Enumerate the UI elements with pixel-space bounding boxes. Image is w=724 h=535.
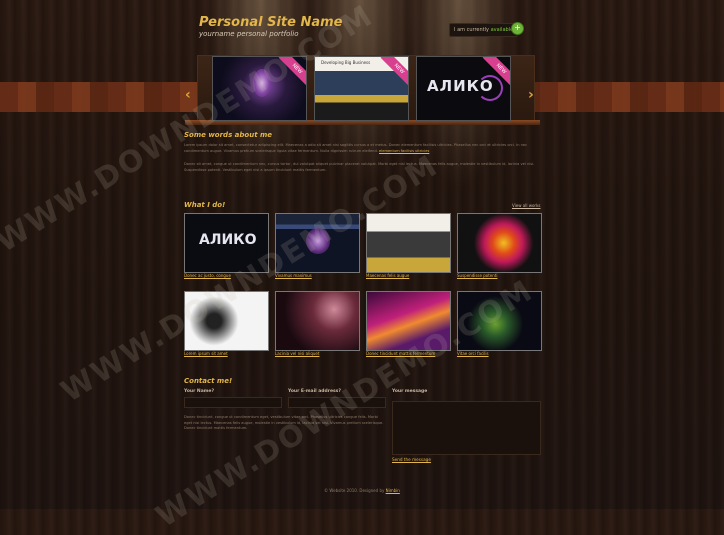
new-tag: NEW [278, 57, 306, 88]
plus-circle-icon[interactable]: + [511, 22, 524, 35]
slide-3-swirl [477, 75, 503, 101]
badge-status: available [490, 27, 514, 33]
about-paragraph-1-link[interactable]: elementum facilisis ultricies [379, 149, 429, 153]
contact-heading: Contact me! [184, 377, 233, 385]
availability-badge[interactable]: I am currently available [449, 23, 519, 37]
work-thumb-1[interactable]: АЛИКО [184, 213, 269, 273]
work-caption-8[interactable]: Vitae orci facilis [457, 351, 489, 356]
footer-link[interactable]: Nimbin [386, 488, 400, 493]
name-label: Your Name? [184, 389, 215, 394]
badge-prefix: I am currently [454, 27, 489, 33]
about-paragraph-1: Lorem ipsum dolor sit amet, consectetur … [184, 143, 540, 154]
work-thumb-3[interactable] [366, 213, 451, 273]
about-paragraph-1-text: Lorem ipsum dolor sit amet, consectetur … [184, 143, 528, 153]
site-tagline: yourname personal portfolio [199, 30, 299, 38]
work-caption-6[interactable]: Lacinia vel nisi aliquet [275, 351, 319, 356]
slide-3[interactable]: АЛИКО NEW [416, 56, 511, 121]
contact-info: Donec tincidunt, congue ut condimentum e… [184, 415, 384, 430]
work-thumb-1-logo: АЛИКО [199, 232, 257, 248]
slide-1[interactable]: NEW [212, 56, 307, 121]
about-paragraph-2: Donec sit amet, congue ut condimentum ne… [184, 162, 535, 172]
slide-2[interactable]: Developing Big Business NEW [314, 56, 409, 121]
work-caption-3[interactable]: Maecenas felis augue [366, 273, 409, 278]
site-title[interactable]: Personal Site Name [199, 15, 342, 30]
work-thumb-7[interactable] [366, 291, 451, 351]
work-thumb-2-figure [306, 228, 330, 254]
message-textarea[interactable] [392, 401, 541, 455]
work-caption-5[interactable]: Lorem ipsum sit amet [184, 351, 228, 356]
about-heading: Some words about me [184, 131, 273, 139]
work-caption-7[interactable]: Donec tincidunt mattis fermentum [366, 351, 435, 356]
view-all-works-link[interactable]: View all works [512, 203, 540, 208]
work-heading: What I do! [184, 201, 226, 209]
work-thumb-8[interactable] [457, 291, 542, 351]
slide-1-figure [253, 69, 271, 97]
work-thumb-2[interactable] [275, 213, 360, 273]
email-label: Your E-mail address? [288, 389, 341, 394]
work-caption-4[interactable]: Suspendisse potenti [457, 273, 497, 278]
chevron-left-icon[interactable]: ‹ [185, 87, 191, 103]
footer: © Website 2010. Designed by Nimbin [0, 488, 724, 493]
work-thumb-6[interactable] [275, 291, 360, 351]
chevron-right-icon[interactable]: › [528, 87, 534, 103]
message-label: Your message [392, 389, 428, 394]
work-caption-1[interactable]: Donec ac justo, congue [184, 273, 231, 278]
name-input[interactable] [184, 397, 282, 408]
send-message-button[interactable]: Send the message [392, 457, 431, 462]
work-caption-2[interactable]: Vivamus maximus [275, 273, 312, 278]
slide-2-heading: Developing Big Business [321, 60, 371, 65]
work-thumb-5[interactable] [184, 291, 269, 351]
footer-text: © Website 2010. Designed by [324, 488, 385, 493]
email-input[interactable] [288, 397, 386, 408]
new-tag: NEW [380, 57, 408, 88]
watermark: WWW.DOWNDEMO.COM [55, 148, 445, 410]
work-thumb-4[interactable] [457, 213, 542, 273]
